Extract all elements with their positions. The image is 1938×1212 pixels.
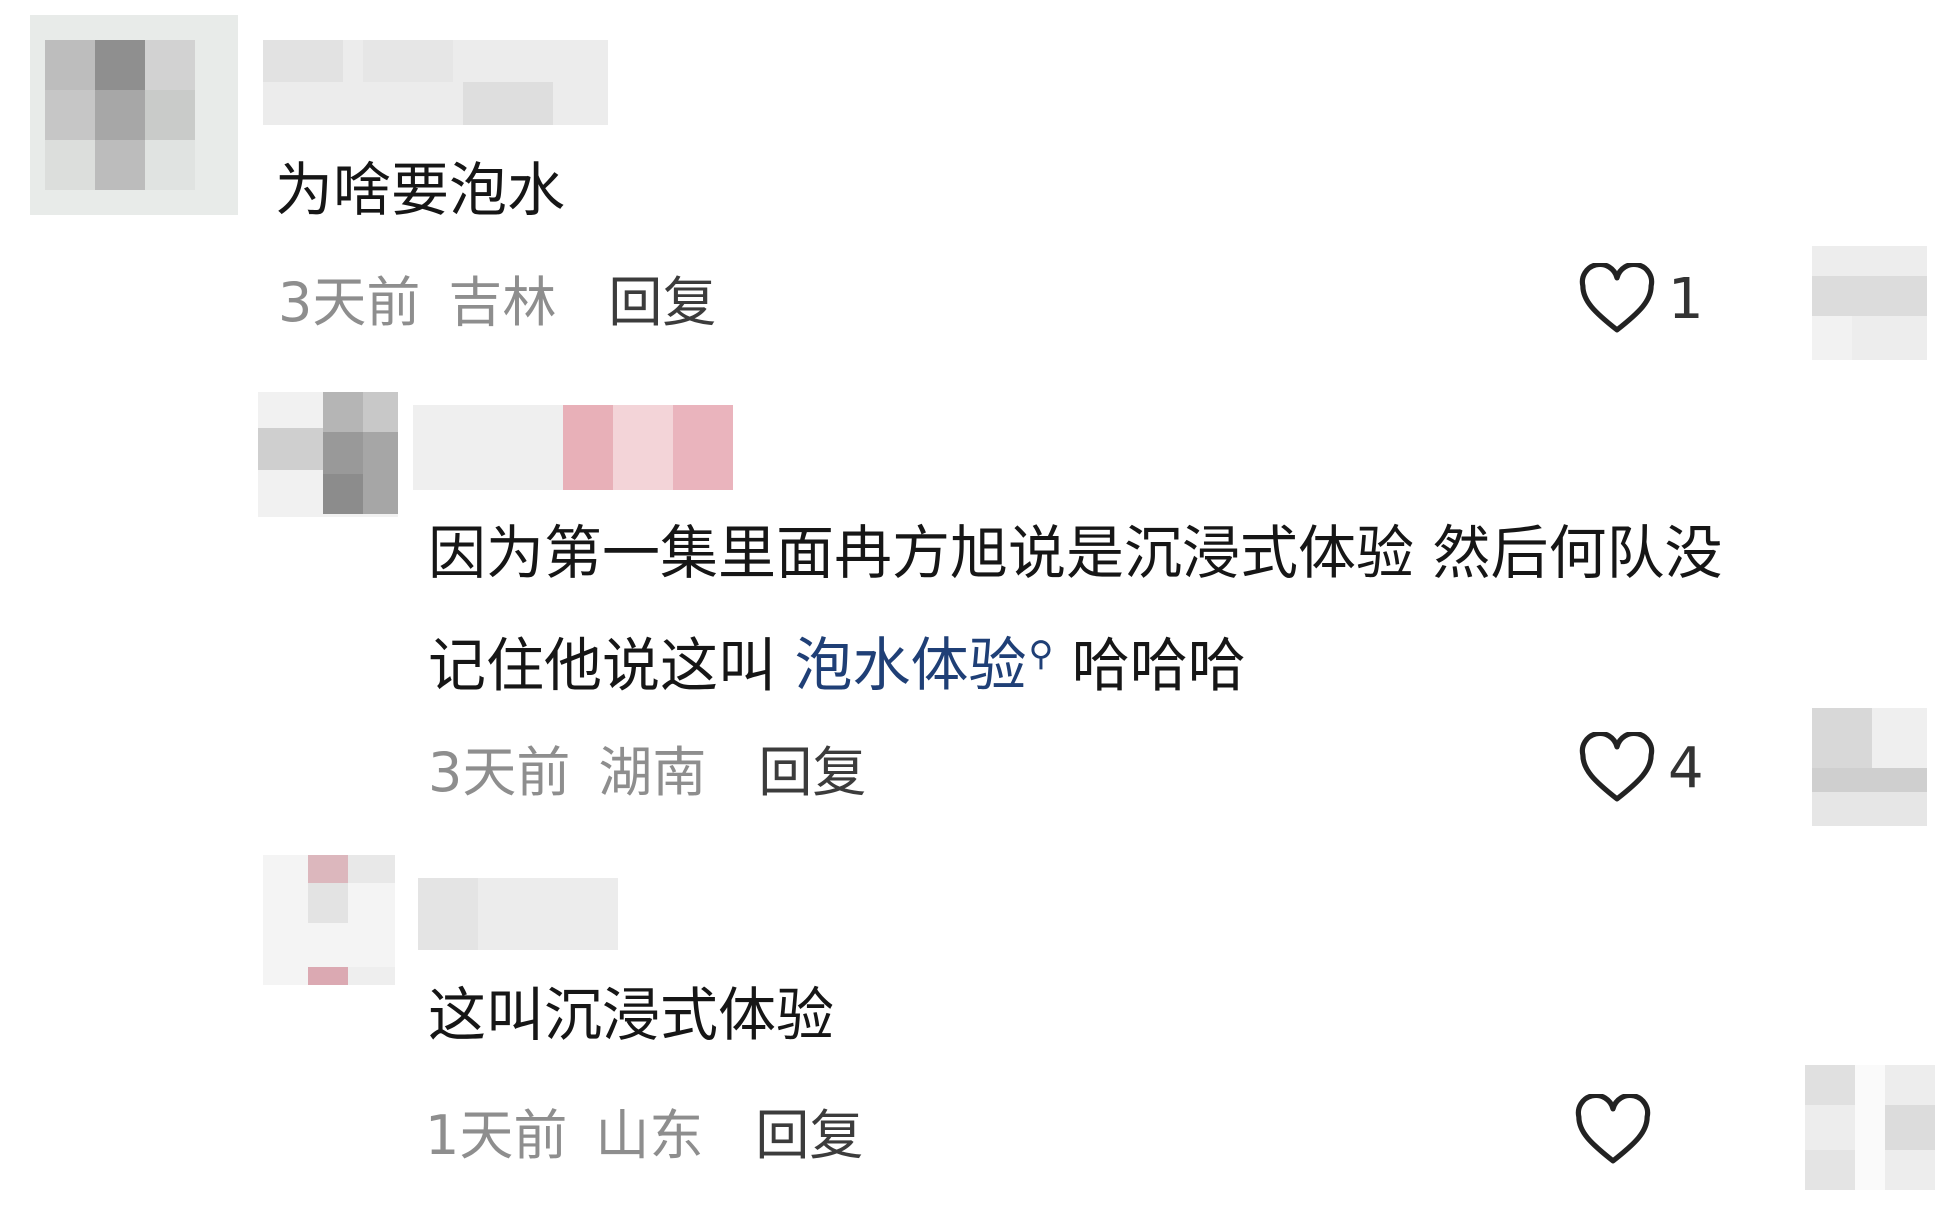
- comment-text-segment: 记住他说这叫: [428, 631, 795, 700]
- comment-time: 1天前: [425, 1103, 568, 1167]
- thumbnail-image[interactable]: [1805, 1065, 1935, 1190]
- like-button[interactable]: 4: [1578, 732, 1704, 804]
- avatar[interactable]: [258, 392, 398, 517]
- thumbnail-image[interactable]: [1812, 708, 1927, 826]
- search-icon: ⚲: [1028, 634, 1054, 674]
- username-pixelated[interactable]: [413, 405, 733, 490]
- comment-time: 3天前: [278, 270, 421, 334]
- like-count: 1: [1668, 266, 1704, 332]
- search-keyword-text[interactable]: 泡水体验: [794, 631, 1026, 699]
- comment-location: 山东: [595, 1103, 704, 1167]
- comment-meta: 3天前 吉林 回复: [278, 262, 716, 334]
- like-button[interactable]: 1: [1578, 263, 1704, 335]
- comment-meta: 3天前 湖南 回复: [428, 732, 866, 804]
- like-count: 4: [1668, 735, 1704, 801]
- comment-text-line: 因为第一集里面冉方旭说是沉浸式体验 然后何队没: [428, 519, 1723, 587]
- search-keyword-link[interactable]: 泡水体验⚲: [794, 631, 1053, 699]
- comment-meta: 1天前 山东 回复: [425, 1095, 863, 1167]
- reply-button[interactable]: 回复: [758, 728, 866, 807]
- comment-time: 3天前: [428, 740, 571, 804]
- reply-button[interactable]: 回复: [755, 1091, 863, 1170]
- comment-text: 因为第一集里面冉方旭说是沉浸式体验 然后何队没 记住他说这叫 泡水体验⚲ 哈哈哈: [428, 503, 1722, 716]
- comment-text: 这叫沉浸式体验: [428, 981, 835, 1049]
- thumbnail-image[interactable]: [1812, 246, 1927, 360]
- avatar[interactable]: [263, 855, 395, 985]
- reply-button[interactable]: 回复: [608, 258, 716, 337]
- heart-outline-icon: [1579, 732, 1655, 802]
- heart-outline-icon: [1579, 263, 1655, 333]
- like-button[interactable]: [1574, 1094, 1664, 1166]
- comment-location: 吉林: [448, 270, 557, 334]
- comment-text: 为啥要泡水: [275, 156, 566, 224]
- username-pixelated[interactable]: [418, 878, 618, 950]
- comment-text-line: 记住他说这叫 泡水体验⚲ 哈哈哈: [428, 604, 1722, 716]
- avatar[interactable]: [30, 15, 238, 215]
- heart-outline-icon: [1575, 1094, 1651, 1164]
- username-pixelated[interactable]: [263, 40, 608, 125]
- comment-text-segment: 哈哈哈: [1053, 631, 1246, 700]
- comment-location: 湖南: [598, 740, 707, 804]
